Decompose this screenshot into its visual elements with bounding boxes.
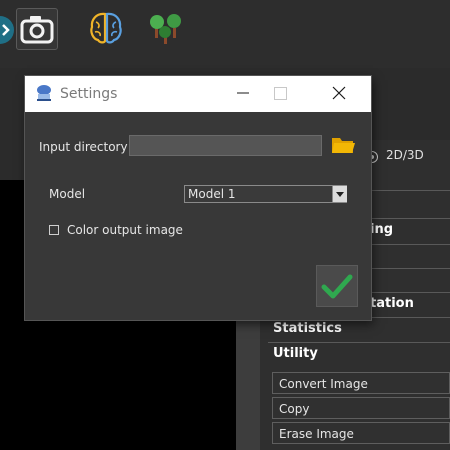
camera-icon — [20, 16, 54, 44]
ok-button[interactable] — [316, 265, 358, 307]
next-arrow-icon[interactable] — [0, 16, 14, 44]
color-output-checkbox[interactable] — [49, 225, 59, 235]
settings-dialog: Settings Input directory Model Model 1 C… — [25, 76, 371, 320]
browse-folder-button[interactable] — [329, 133, 357, 157]
section-label-partial: ing — [370, 222, 394, 237]
dialog-titlebar[interactable]: Settings — [25, 76, 371, 112]
section-statistics[interactable]: Statistics — [268, 317, 450, 339]
view-mode-label: 2D/3D — [386, 148, 424, 162]
color-output-label: Color output image — [67, 223, 183, 237]
folder-icon — [332, 138, 355, 153]
maximize-icon[interactable] — [274, 87, 287, 100]
input-directory-label: Input directory — [39, 140, 128, 154]
utility-copy[interactable]: Copy — [272, 397, 450, 419]
trees-icon — [150, 14, 181, 44]
input-directory-field[interactable] — [129, 135, 322, 156]
section-label-partial: tation — [370, 296, 414, 311]
close-icon[interactable] — [331, 85, 347, 101]
trees-button[interactable] — [146, 8, 186, 48]
camera-button[interactable] — [16, 8, 58, 50]
brain-icon — [90, 12, 122, 44]
checkmark-icon — [321, 274, 353, 299]
brain-button[interactable] — [86, 8, 126, 48]
minimize-icon[interactable] — [235, 85, 251, 101]
model-label: Model — [49, 187, 86, 201]
utility-convert-image[interactable]: Convert Image — [272, 372, 450, 394]
utility-erase-image[interactable]: Erase Image — [272, 422, 450, 444]
top-toolbar — [0, 0, 450, 68]
section-utility[interactable]: Utility — [268, 342, 450, 364]
dialog-title: Settings — [60, 86, 118, 102]
model-select[interactable]: Model 1 — [184, 185, 347, 203]
app-icon — [34, 83, 54, 103]
chevron-down-icon[interactable] — [332, 186, 347, 202]
